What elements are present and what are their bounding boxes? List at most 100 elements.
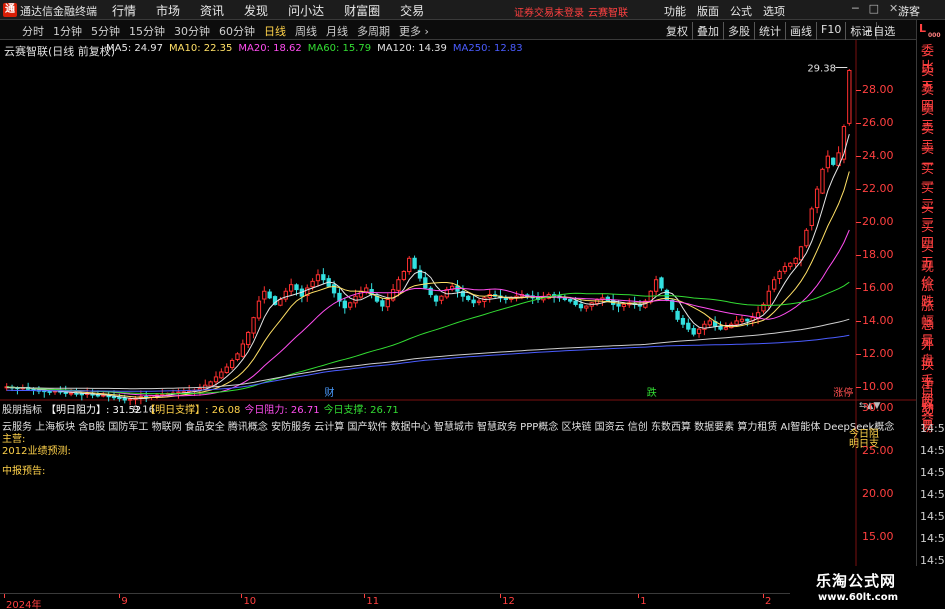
candle-body [396,279,401,291]
high-annotation: 29.38 [807,64,836,75]
menu-item-2[interactable]: 资讯 [200,2,224,19]
indicator-axis: 30.00 25.00 20.00 15.00 [856,400,916,580]
indicator-tick-label: 25.00 [862,444,894,457]
right-menu-item-1[interactable]: 版面 [697,3,719,19]
candle-body [798,246,804,261]
period-tab-6[interactable]: 日线 [264,23,286,39]
event-marker-2[interactable]: 涨停 [833,386,853,399]
candle-body [691,328,696,335]
candle-body [777,270,782,280]
menu-item-3[interactable]: 发现 [244,2,268,19]
candle-body [278,298,283,306]
date-tick [241,594,243,598]
period-tab-0[interactable]: 分时 [22,23,44,39]
candle-body [122,397,127,401]
candle-body [734,320,739,325]
tool-button-4[interactable]: 画线 [786,22,817,40]
candle-body [321,274,326,281]
candlestick-chart[interactable]: 29.389.16财跌涨停 [0,40,916,593]
candle-body [621,303,627,307]
indicator-label-1: 【明日阻力】: 31.52 [46,405,142,416]
date-tick [119,594,121,598]
period-tab-9[interactable]: 多周期 [357,23,390,39]
price-tick [856,287,861,289]
candle-body [251,317,256,334]
candle-body [111,396,117,399]
price-tick-label: 12.00 [862,346,894,360]
period-tab-2[interactable]: 5分钟 [91,23,120,39]
price-tick-label: 24.00 [862,149,894,163]
candle-body [380,300,385,307]
candle-body [262,290,267,300]
price-tick-label: 18.00 [862,248,894,261]
menu-item-0[interactable]: 行情 [112,2,136,19]
tick-time-1: 14:50 [920,444,945,457]
tool-button-0[interactable]: 复权 [662,22,693,40]
indicator-tick-label: 15.00 [862,530,894,543]
menu-item-5[interactable]: 财富圈 [344,2,380,19]
menu-item-1[interactable]: 市场 [156,2,180,19]
level-badge-sub: 000 [928,32,941,39]
candle-body [407,257,412,273]
tool-button-2[interactable]: 多股 [724,22,755,40]
date-label-1: 9 [121,596,128,607]
period-tab-1[interactable]: 1分钟 [53,23,82,39]
candle-body [358,290,364,298]
app-title: 通达信金融终端 [20,5,97,18]
candle-body [385,298,390,308]
level-badge[interactable]: L 000 [919,22,943,40]
candle-body [310,280,315,288]
candle-body [804,229,809,247]
menu-item-4[interactable]: 问小达 [288,2,324,19]
minimize-icon[interactable]: ─ [852,2,859,15]
price-tick-label: 26.00 [862,116,894,130]
candle-body [208,381,213,387]
candle-body [820,168,825,194]
date-label-5: 1 [640,596,647,607]
candle-body [659,277,664,289]
maximize-icon[interactable]: □ [869,2,879,15]
mid-report-label: 中报预告: [2,466,46,477]
period-bar: 分时 1分钟 5分钟 15分钟 30分钟 60分钟 日线 周线 月线 多周期 更多 › 复权 叠加 多股… [0,20,916,40]
date-label-2: 10 [243,596,257,607]
period-tab-10[interactable]: 更多 › [399,23,429,39]
tool-button-3[interactable]: 统计 [755,22,786,40]
event-marker-0[interactable]: 财 [324,386,334,399]
right-menu-item-0[interactable]: 功能 [664,3,686,19]
forecast-label: 2012业绩预测: [2,446,71,457]
candle-body [788,262,793,267]
candle-body [68,392,74,395]
add-watchlist-button[interactable]: +自选 [864,23,895,39]
period-tab-5[interactable]: 60分钟 [219,23,255,39]
stock-link[interactable]: 云赛智联 [588,4,628,19]
event-marker-1[interactable]: 跌 [647,386,657,399]
candle-body [331,284,337,294]
tool-button-5[interactable]: F10 [817,22,847,40]
tick-time-3: 14:50 [920,488,945,501]
price-tick-label: 20.00 [862,215,894,229]
tick-time-0: 14:50 [920,422,945,435]
candle-body [707,320,712,326]
close-icon[interactable]: ✕ [889,2,898,15]
right-menu-item-3[interactable]: 选项 [763,3,785,19]
price-tick-label: 14.00 [862,313,894,327]
period-tab-7[interactable]: 周线 [295,23,317,39]
watermark-url: www.60lt.com [818,592,899,603]
guest-label[interactable]: 游客 [898,3,920,19]
candle-body [288,284,294,292]
right-menu-item-2[interactable]: 公式 [730,3,752,19]
price-tick [856,189,861,191]
date-tick [762,594,764,598]
period-tab-3[interactable]: 15分钟 [129,23,165,39]
login-status[interactable]: 证券交易未登录 [514,4,584,19]
candle-body [117,397,122,400]
price-tick-label: 10.00 [862,379,894,393]
menu-item-6[interactable]: 交易 [400,2,424,19]
candle-body [578,303,584,309]
candle-body [348,302,353,308]
period-tab-8[interactable]: 月线 [326,23,348,39]
candle-body [686,322,691,330]
period-tab-4[interactable]: 30分钟 [174,23,210,39]
candle-body [235,353,240,360]
tool-button-1[interactable]: 叠加 [693,22,724,40]
